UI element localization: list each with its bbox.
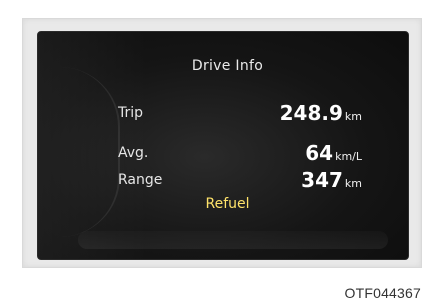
average-value-group: 64 km/L bbox=[305, 141, 362, 165]
range-value-group: 347 km bbox=[301, 168, 362, 192]
trip-unit: km bbox=[344, 110, 362, 123]
average-unit: km/L bbox=[335, 150, 362, 163]
display-title: Drive Info bbox=[191, 58, 264, 74]
info-row-range: Range 347 km bbox=[118, 168, 362, 194]
refuel-warning: Refuel bbox=[205, 196, 250, 212]
trip-value: 248.9 bbox=[279, 101, 343, 125]
screen-bottom-glow bbox=[78, 231, 388, 249]
range-label: Range bbox=[118, 172, 163, 188]
range-unit: km bbox=[344, 177, 362, 190]
figure-code: OTF044367 bbox=[344, 285, 421, 301]
info-row-average: Avg. 64 km/L bbox=[118, 141, 362, 167]
average-value: 64 bbox=[305, 141, 334, 165]
average-label: Avg. bbox=[118, 145, 149, 161]
trip-value-group: 248.9 km bbox=[280, 101, 362, 125]
info-row-trip: Trip 248.9 km bbox=[118, 101, 362, 127]
range-value: 347 bbox=[301, 168, 343, 192]
trip-label: Trip bbox=[118, 105, 144, 121]
